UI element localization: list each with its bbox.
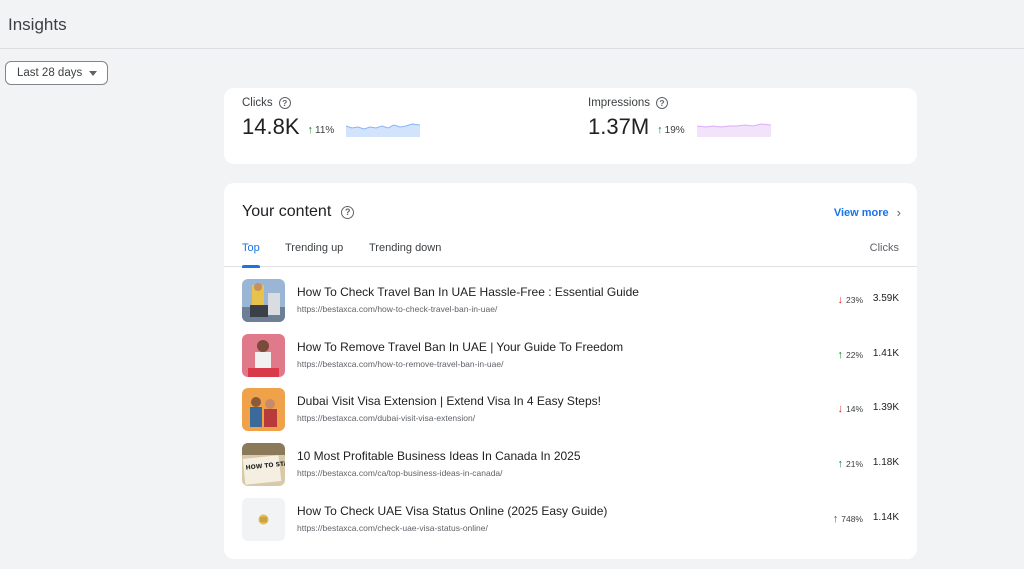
clicks-change: ↓ 14%	[837, 403, 863, 415]
view-more-label: View more	[833, 206, 889, 219]
article-url: https://bestaxca.com/how-to-remove-trave…	[297, 359, 504, 369]
view-more-link[interactable]: View more ›	[834, 205, 901, 220]
article-title[interactable]: How To Check UAE Visa Status Online (202…	[297, 504, 607, 518]
article-title[interactable]: 10 Most Profitable Business Ideas In Can…	[297, 449, 581, 463]
help-icon[interactable]: ?	[278, 97, 291, 109]
date-range-dropdown[interactable]: Last 28 days	[5, 61, 108, 85]
clicks-value: 1.39K	[872, 402, 899, 413]
article-url: https://bestaxca.com/ca/top-business-ide…	[297, 468, 503, 478]
arrow-up-icon: ↑	[307, 124, 314, 136]
arrow-up-icon: ↑	[657, 124, 663, 136]
clicks-column-header[interactable]: Clicks	[870, 242, 899, 254]
top-bar: Insights	[0, 0, 1024, 49]
clicks-change-value: 23%	[845, 295, 863, 305]
clicks-sparkline	[346, 123, 421, 137]
clicks-value: 1.18K	[872, 457, 899, 468]
help-icon[interactable]: ?	[656, 97, 668, 109]
article-thumbnail: HOW TO START BUSINESS ONLINE	[242, 443, 285, 486]
article-thumbnail	[242, 388, 285, 431]
metric-clicks-delta: ↑ 11%	[308, 124, 335, 136]
caret-down-icon	[89, 71, 97, 76]
content-row[interactable]: Dubai Visit Visa Extension | Extend Visa…	[242, 388, 899, 432]
clicks-change: ↓ 23%	[837, 294, 863, 306]
date-range-label: Last 28 days	[17, 67, 83, 79]
clicks-change-value: 22%	[845, 350, 863, 360]
clicks-change: ↑ 22%	[837, 349, 863, 361]
arrow-down-icon: ↓	[837, 294, 843, 306]
tab-trending-up[interactable]: Trending up	[285, 242, 343, 267]
content-row[interactable]: How To Remove Travel Ban In UAE | Your G…	[242, 334, 899, 378]
impressions-sparkline	[696, 123, 771, 137]
metric-impressions-value-row: 1.37M ↑ 19%	[588, 114, 771, 140]
metric-clicks: Clicks ? 14.8K ↑ 11%	[242, 97, 421, 140]
metric-impressions-label: Impressions	[588, 97, 650, 109]
clicks-value: 3.59K	[872, 293, 899, 304]
clicks-change-value: 21%	[845, 459, 863, 469]
chevron-right-icon: ›	[896, 205, 901, 220]
article-title[interactable]: How To Remove Travel Ban In UAE | Your G…	[297, 340, 623, 354]
content-tabs: Top Trending up Trending down	[224, 235, 917, 268]
metric-impressions-label-row: Impressions ?	[588, 97, 771, 109]
article-title[interactable]: Dubai Visit Visa Extension | Extend Visa…	[297, 394, 601, 408]
metric-clicks-delta-value: 11%	[315, 124, 335, 136]
article-thumbnail	[242, 334, 285, 377]
content-row[interactable]: How To Check Travel Ban In UAE Hassle-Fr…	[242, 279, 899, 323]
article-thumbnail	[242, 498, 285, 541]
clicks-change: ↑ 748%	[833, 513, 863, 525]
article-url: https://bestaxca.com/dubai-visit-visa-ex…	[297, 413, 476, 423]
clicks-value: 1.14K	[872, 512, 899, 523]
content-title-row: Your content ?	[242, 203, 355, 221]
metric-impressions-value: 1.37M	[588, 114, 650, 139]
tab-top[interactable]: Top	[242, 242, 260, 268]
tab-trending-down[interactable]: Trending down	[369, 242, 441, 267]
clicks-change-value: 748%	[841, 514, 863, 524]
article-thumbnail	[242, 279, 285, 322]
metric-impressions-delta: ↑ 19%	[657, 124, 685, 136]
help-icon[interactable]: ?	[341, 205, 355, 219]
clicks-change-value: 14%	[845, 404, 863, 414]
article-title[interactable]: How To Check Travel Ban In UAE Hassle-Fr…	[297, 285, 639, 299]
content-row[interactable]: How To Check UAE Visa Status Online (202…	[242, 498, 899, 542]
article-url: https://bestaxca.com/check-uae-visa-stat…	[297, 523, 488, 533]
article-url: https://bestaxca.com/how-to-check-travel…	[297, 304, 498, 314]
content-title: Your content	[242, 203, 332, 220]
clicks-change: ↑ 21%	[837, 458, 863, 470]
arrow-up-icon: ↑	[837, 458, 843, 470]
metric-clicks-value: 14.8K	[242, 114, 300, 139]
page-title: Insights	[8, 15, 67, 34]
arrow-down-icon: ↓	[837, 403, 843, 415]
content-row[interactable]: HOW TO START BUSINESS ONLINE 10 Most Pro…	[242, 443, 899, 487]
metric-impressions: Impressions ? 1.37M ↑ 19%	[588, 97, 771, 140]
clicks-value: 1.41K	[872, 348, 899, 359]
stats-card: Clicks ? 14.8K ↑ 11% Impressions ? 1.37M…	[224, 88, 917, 164]
metric-clicks-label-row: Clicks ?	[242, 97, 420, 109]
metric-impressions-delta-value: 19%	[664, 124, 685, 136]
content-card: Your content ? View more › Top Trending …	[224, 183, 917, 559]
metric-clicks-label: Clicks	[242, 97, 273, 109]
metric-clicks-value-row: 14.8K ↑ 11%	[242, 114, 421, 140]
arrow-up-icon: ↑	[832, 513, 839, 525]
arrow-up-icon: ↑	[837, 349, 843, 361]
